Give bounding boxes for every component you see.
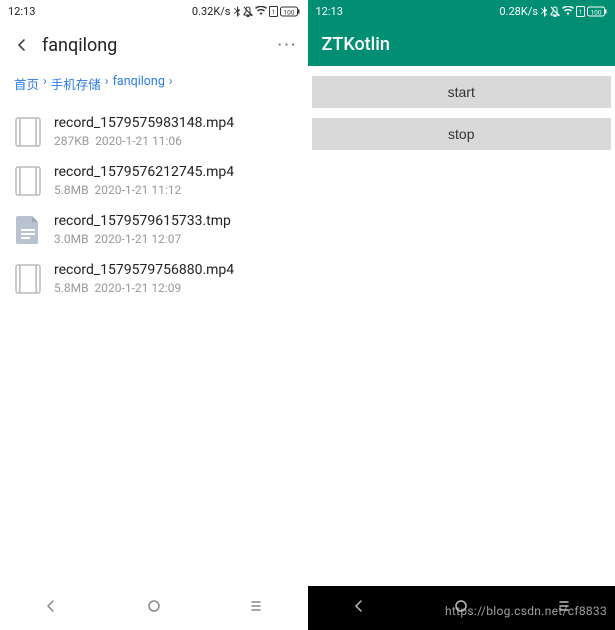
nav-home-icon[interactable] — [146, 598, 162, 618]
back-button[interactable] — [10, 38, 34, 52]
file-info: record_1579579756880.mp4 5.8MB 2020-1-21 … — [54, 262, 234, 295]
system-nav-bar — [0, 586, 308, 630]
file-row[interactable]: record_1579576212745.mp4 5.8MB 2020-1-21 … — [0, 156, 308, 205]
file-row[interactable]: record_1579579756880.mp4 5.8MB 2020-1-21 … — [0, 254, 308, 303]
svg-text:1: 1 — [579, 9, 582, 16]
battery-icon: 100 — [587, 6, 607, 17]
status-bar: 12:13 0.28K/s 1 100 — [308, 0, 615, 22]
chevron-right-icon: › — [43, 74, 47, 93]
file-name: record_1579579756880.mp4 — [54, 262, 234, 278]
file-row[interactable]: record_1579575983148.mp4 287KB 2020-1-21 … — [0, 107, 308, 156]
file-name: record_1579579615733.tmp — [54, 213, 231, 229]
button-column: start stop — [308, 66, 615, 160]
breadcrumb: 首页 › 手机存储 › fanqilong › — [0, 68, 308, 107]
nav-back-icon[interactable] — [43, 598, 59, 618]
sim-icon: 1 — [576, 6, 585, 17]
file-info: record_1579579615733.tmp 3.0MB 2020-1-21 … — [54, 213, 231, 246]
video-file-icon — [14, 263, 42, 295]
file-info: record_1579575983148.mp4 287KB 2020-1-21 … — [54, 115, 234, 148]
bluetooth-icon — [233, 6, 241, 17]
svg-text:100: 100 — [591, 8, 602, 16]
mute-icon — [243, 6, 253, 17]
stop-button[interactable]: stop — [312, 118, 612, 150]
svg-text:1: 1 — [271, 9, 274, 16]
file-row[interactable]: record_1579579615733.tmp 3.0MB 2020-1-21 … — [0, 205, 308, 254]
breadcrumb-item[interactable]: fanqilong — [113, 74, 165, 93]
file-list: record_1579575983148.mp4 287KB 2020-1-21 … — [0, 107, 308, 586]
wifi-icon — [255, 6, 267, 16]
wifi-icon — [562, 6, 574, 16]
app-title-bar: ZTKotlin — [308, 22, 615, 66]
nav-recents-icon[interactable] — [248, 598, 264, 618]
nav-back-icon[interactable] — [351, 598, 367, 618]
more-button[interactable]: ··· — [277, 35, 297, 56]
breadcrumb-item[interactable]: 首页 — [14, 74, 39, 93]
status-bar: 12:13 0.32K/s 1 100 — [0, 0, 308, 22]
system-nav-bar — [308, 586, 615, 630]
svg-text:100: 100 — [283, 8, 294, 16]
file-icon — [14, 214, 42, 246]
app-title: ZTKotlin — [322, 34, 390, 55]
status-netspeed: 0.32K/s — [192, 5, 231, 18]
file-name: record_1579576212745.mp4 — [54, 164, 234, 180]
page-title: fanqilong — [42, 35, 277, 56]
nav-home-icon[interactable] — [453, 598, 469, 618]
start-button[interactable]: start — [312, 76, 612, 108]
file-manager-header: fanqilong ··· — [0, 22, 308, 68]
nav-recents-icon[interactable] — [556, 598, 572, 618]
video-file-icon — [14, 165, 42, 197]
chevron-right-icon: › — [105, 74, 109, 93]
status-netspeed: 0.28K/s — [499, 5, 538, 18]
file-info: record_1579576212745.mp4 5.8MB 2020-1-21 … — [54, 164, 234, 197]
file-meta: 287KB 2020-1-21 11:06 — [54, 134, 234, 148]
chevron-right-icon: › — [169, 74, 173, 93]
battery-icon: 100 — [280, 6, 300, 17]
status-time: 12:13 — [316, 5, 343, 18]
video-file-icon — [14, 116, 42, 148]
breadcrumb-item[interactable]: 手机存储 — [51, 74, 101, 93]
bluetooth-icon — [540, 6, 548, 17]
sim-icon: 1 — [269, 6, 278, 17]
status-time: 12:13 — [8, 5, 35, 18]
file-meta: 5.8MB 2020-1-21 11:12 — [54, 183, 234, 197]
file-meta: 5.8MB 2020-1-21 12:09 — [54, 281, 234, 295]
file-name: record_1579575983148.mp4 — [54, 115, 234, 131]
file-meta: 3.0MB 2020-1-21 12:07 — [54, 232, 231, 246]
mute-icon — [550, 6, 560, 17]
